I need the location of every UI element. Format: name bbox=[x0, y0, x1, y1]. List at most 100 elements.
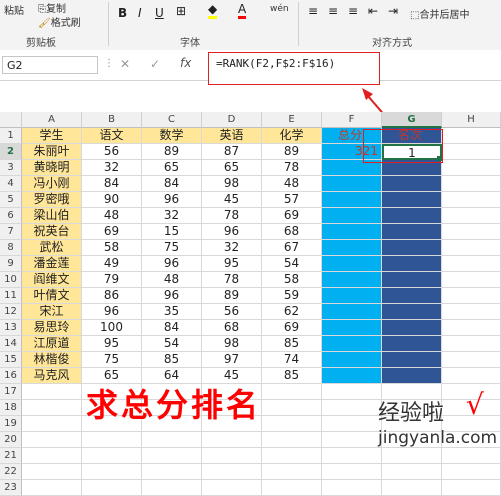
data-cell[interactable]: 89 bbox=[262, 144, 322, 160]
data-cell[interactable]: 95 bbox=[202, 256, 262, 272]
data-cell[interactable] bbox=[22, 416, 82, 432]
data-cell[interactable] bbox=[202, 448, 262, 464]
data-cell[interactable]: 黄晓明 bbox=[22, 160, 82, 176]
data-cell[interactable]: 58 bbox=[262, 272, 322, 288]
data-cell[interactable]: 65 bbox=[202, 160, 262, 176]
data-cell[interactable]: 84 bbox=[142, 320, 202, 336]
data-cell[interactable]: 林楷俊 bbox=[22, 352, 82, 368]
data-cell[interactable]: 69 bbox=[262, 208, 322, 224]
row-header[interactable]: 21 bbox=[0, 448, 22, 464]
data-cell[interactable] bbox=[382, 176, 442, 192]
data-cell[interactable]: 35 bbox=[142, 304, 202, 320]
header-cell[interactable]: 化学 bbox=[262, 128, 322, 144]
data-cell[interactable]: 54 bbox=[262, 256, 322, 272]
header-cell[interactable] bbox=[442, 128, 501, 144]
column-header[interactable]: G bbox=[382, 112, 442, 128]
data-cell[interactable] bbox=[382, 288, 442, 304]
data-cell[interactable] bbox=[262, 448, 322, 464]
data-cell[interactable] bbox=[82, 448, 142, 464]
data-cell[interactable] bbox=[442, 160, 501, 176]
data-cell[interactable]: 梁山伯 bbox=[22, 208, 82, 224]
data-cell[interactable]: 78 bbox=[262, 160, 322, 176]
data-cell[interactable] bbox=[262, 384, 322, 400]
column-header[interactable]: D bbox=[202, 112, 262, 128]
data-cell[interactable]: 32 bbox=[82, 160, 142, 176]
data-cell[interactable] bbox=[322, 416, 382, 432]
row-header[interactable]: 3 bbox=[0, 160, 22, 176]
data-cell[interactable] bbox=[382, 240, 442, 256]
header-cell[interactable]: 学生 bbox=[22, 128, 82, 144]
data-cell[interactable]: 96 bbox=[142, 288, 202, 304]
data-cell[interactable] bbox=[322, 256, 382, 272]
row-header[interactable]: 18 bbox=[0, 400, 22, 416]
data-cell[interactable]: 90 bbox=[82, 192, 142, 208]
data-cell[interactable] bbox=[322, 320, 382, 336]
data-cell[interactable] bbox=[262, 416, 322, 432]
data-cell[interactable]: 祝英台 bbox=[22, 224, 82, 240]
data-cell[interactable]: 97 bbox=[202, 352, 262, 368]
data-cell[interactable]: 75 bbox=[82, 352, 142, 368]
data-cell[interactable]: 95 bbox=[82, 336, 142, 352]
fill-handle[interactable] bbox=[437, 156, 442, 161]
data-cell[interactable]: 朱丽叶 bbox=[22, 144, 82, 160]
data-cell[interactable]: 59 bbox=[262, 288, 322, 304]
data-cell[interactable] bbox=[382, 352, 442, 368]
data-cell[interactable] bbox=[142, 448, 202, 464]
data-cell[interactable] bbox=[22, 432, 82, 448]
data-cell[interactable] bbox=[322, 192, 382, 208]
data-cell[interactable]: 56 bbox=[82, 144, 142, 160]
data-cell[interactable]: 67 bbox=[262, 240, 322, 256]
data-cell[interactable] bbox=[322, 176, 382, 192]
data-cell[interactable]: 罗密哦 bbox=[22, 192, 82, 208]
row-header[interactable]: 11 bbox=[0, 288, 22, 304]
column-header[interactable]: C bbox=[142, 112, 202, 128]
data-cell[interactable] bbox=[142, 432, 202, 448]
data-cell[interactable] bbox=[442, 176, 501, 192]
data-cell[interactable] bbox=[322, 400, 382, 416]
data-cell[interactable] bbox=[262, 480, 322, 496]
data-cell[interactable] bbox=[322, 272, 382, 288]
data-cell[interactable] bbox=[322, 448, 382, 464]
row-header[interactable]: 4 bbox=[0, 176, 22, 192]
data-cell[interactable] bbox=[442, 352, 501, 368]
column-header[interactable]: H bbox=[442, 112, 501, 128]
data-cell[interactable] bbox=[442, 256, 501, 272]
data-cell[interactable]: 89 bbox=[142, 144, 202, 160]
data-cell[interactable]: 冯小刚 bbox=[22, 176, 82, 192]
row-header[interactable]: 7 bbox=[0, 224, 22, 240]
data-cell[interactable] bbox=[82, 432, 142, 448]
data-cell[interactable] bbox=[442, 320, 501, 336]
data-cell[interactable] bbox=[202, 464, 262, 480]
row-header[interactable]: 19 bbox=[0, 416, 22, 432]
row-header[interactable]: 10 bbox=[0, 272, 22, 288]
data-cell[interactable]: 32 bbox=[202, 240, 262, 256]
column-header[interactable]: A bbox=[22, 112, 82, 128]
data-cell[interactable] bbox=[142, 464, 202, 480]
data-cell[interactable] bbox=[322, 208, 382, 224]
row-header[interactable]: 14 bbox=[0, 336, 22, 352]
row-header[interactable]: 16 bbox=[0, 368, 22, 384]
data-cell[interactable] bbox=[322, 288, 382, 304]
data-cell[interactable] bbox=[382, 320, 442, 336]
data-cell[interactable]: 84 bbox=[82, 176, 142, 192]
data-cell[interactable] bbox=[322, 336, 382, 352]
data-cell[interactable] bbox=[442, 304, 501, 320]
data-cell[interactable] bbox=[82, 480, 142, 496]
data-cell[interactable]: 57 bbox=[262, 192, 322, 208]
data-cell[interactable] bbox=[322, 368, 382, 384]
data-cell[interactable] bbox=[322, 384, 382, 400]
data-cell[interactable] bbox=[322, 352, 382, 368]
data-cell[interactable] bbox=[382, 224, 442, 240]
data-cell[interactable]: 96 bbox=[142, 192, 202, 208]
data-cell[interactable] bbox=[262, 464, 322, 480]
data-cell[interactable]: 78 bbox=[202, 208, 262, 224]
data-cell[interactable]: 58 bbox=[82, 240, 142, 256]
data-cell[interactable]: 武松 bbox=[22, 240, 82, 256]
data-cell[interactable] bbox=[382, 368, 442, 384]
data-cell[interactable]: 78 bbox=[202, 272, 262, 288]
data-cell[interactable] bbox=[382, 464, 442, 480]
data-cell[interactable] bbox=[82, 464, 142, 480]
data-cell[interactable]: 100 bbox=[82, 320, 142, 336]
data-cell[interactable]: 江原道 bbox=[22, 336, 82, 352]
data-cell[interactable] bbox=[322, 224, 382, 240]
